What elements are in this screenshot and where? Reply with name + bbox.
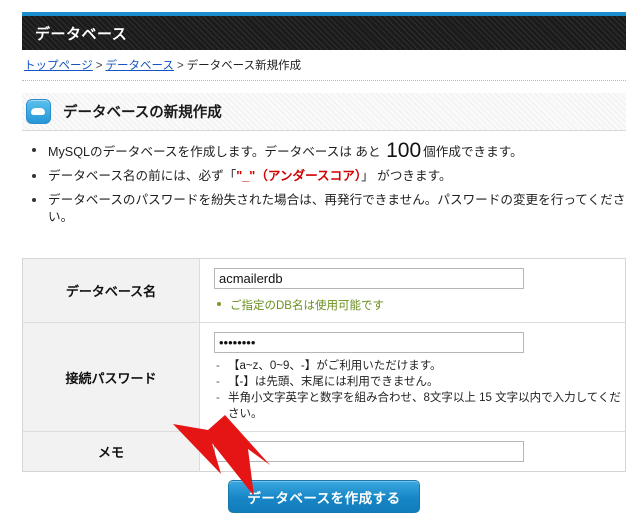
title-bar: データベース bbox=[22, 16, 626, 50]
page-title: データベース bbox=[35, 25, 128, 43]
breadcrumb-item-home[interactable]: トップページ bbox=[24, 60, 93, 72]
breadcrumb: トップページ > データベース > データベース新規作成 bbox=[24, 57, 301, 73]
dbname-status-message: ご指定のDB名は使用可能です bbox=[214, 297, 625, 313]
note-prefix-emphasis: "_"（アンダースコア） bbox=[236, 169, 362, 183]
field-password-cell: 【a~z、0~9、-】がご利用いただけます。 【-】は先頭、末尾には利用できませ… bbox=[199, 322, 626, 432]
section-header: データベースの新規作成 bbox=[22, 93, 626, 131]
table-row-password: 接続パスワード 【a~z、0~9、-】がご利用いただけます。 【-】は先頭、末尾… bbox=[22, 322, 626, 432]
password-hint: 【a~z、0~9、-】がご利用いただけます。 bbox=[214, 358, 625, 374]
breadcrumb-item-current: データベース新規作成 bbox=[186, 60, 302, 72]
note-item-prefix: データベース名の前には、必ず「"_"（アンダースコア）」 がつきます。 bbox=[30, 168, 626, 185]
note-quota-pre: MySQLのデータベースを作成します。データベースは あと bbox=[48, 145, 385, 159]
password-input[interactable] bbox=[214, 332, 524, 353]
memo-input[interactable] bbox=[214, 441, 524, 462]
submit-area: データベースを作成する bbox=[22, 480, 626, 513]
note-quota-count: 100 bbox=[386, 139, 422, 162]
field-memo-cell bbox=[200, 432, 626, 472]
note-prefix-post: 」 がつきます。 bbox=[361, 169, 452, 183]
breadcrumb-separator: > bbox=[95, 60, 103, 72]
section-title: データベースの新規作成 bbox=[63, 105, 222, 121]
dbname-input[interactable] bbox=[214, 268, 524, 289]
notes-list: MySQLのデータベースを作成します。データベースは あと 100 個作成できます… bbox=[30, 139, 626, 233]
note-prefix-pre: データベース名の前には、必ず「 bbox=[48, 169, 237, 183]
field-dbname-cell: ご指定のDB名は使用可能です bbox=[199, 258, 626, 323]
note-item-quota: MySQLのデータベースを作成します。データベースは あと 100 個作成できます… bbox=[30, 139, 626, 162]
table-row-dbname: データベース名 ご指定のDB名は使用可能です bbox=[22, 258, 626, 323]
label-memo: メモ bbox=[22, 431, 200, 472]
note-item-password: データベースのパスワードを紛失された場合は、再発行できません。パスワードの変更を… bbox=[30, 192, 626, 226]
password-hints-list: 【a~z、0~9、-】がご利用いただけます。 【-】は先頭、末尾には利用できませ… bbox=[214, 358, 625, 422]
label-password: 接続パスワード bbox=[22, 322, 200, 432]
page-header: データベース bbox=[22, 12, 626, 50]
note-quota-post: 個作成できます。 bbox=[423, 145, 523, 159]
page-root: データベース トップページ > データベース > データベース新規作成 データベースの新… bbox=[0, 0, 642, 528]
breadcrumb-divider bbox=[22, 80, 626, 81]
breadcrumb-separator: > bbox=[176, 60, 184, 72]
label-dbname: データベース名 bbox=[22, 258, 200, 323]
database-icon bbox=[26, 99, 51, 124]
table-row-memo: メモ bbox=[22, 431, 626, 472]
database-form-table: データベース名 ご指定のDB名は使用可能です 接続パスワード 【a~z、0~9、… bbox=[22, 258, 626, 472]
create-database-button[interactable]: データベースを作成する bbox=[228, 480, 420, 513]
password-hint: 半角小文字英字と数字を組み合わせ、8文字以上 15 文字以内で入力してください。 bbox=[214, 390, 625, 422]
password-hint: 【-】は先頭、末尾には利用できません。 bbox=[214, 374, 625, 390]
breadcrumb-item-database[interactable]: データベース bbox=[106, 60, 174, 72]
